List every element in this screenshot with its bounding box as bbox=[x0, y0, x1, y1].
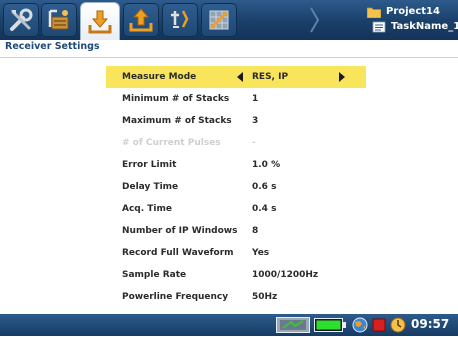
setting-value: RES, IP bbox=[252, 72, 289, 82]
setting-label: Powerline Frequency bbox=[122, 292, 229, 302]
tools-tab[interactable] bbox=[3, 3, 39, 37]
folder-icon bbox=[367, 7, 381, 18]
transmitter-icon[interactable] bbox=[276, 317, 310, 333]
setting-row-measure-mode[interactable]: Measure Mode RES, IP bbox=[106, 66, 366, 88]
setting-label: Delay Time bbox=[122, 182, 179, 192]
project-info: Project14 TaskName_1 bbox=[367, 3, 458, 37]
setting-value: Yes bbox=[252, 248, 270, 258]
survey-tab[interactable] bbox=[41, 3, 77, 37]
title-bar: Receiver Settings bbox=[0, 40, 458, 58]
setting-value: 3 bbox=[252, 116, 259, 126]
survey-line-icon bbox=[46, 7, 72, 33]
project-name: Project14 bbox=[386, 6, 440, 17]
upload-icon bbox=[127, 6, 155, 34]
setting-row-ip-windows[interactable]: Number of IP Windows 8 bbox=[106, 220, 366, 242]
battery-fill bbox=[316, 320, 341, 330]
setting-label: Record Full Waveform bbox=[122, 248, 234, 258]
setting-row-error-limit[interactable]: Error Limit 1.0 % bbox=[106, 154, 366, 176]
task-row: TaskName_1 bbox=[372, 20, 458, 34]
page-title: Receiver Settings bbox=[5, 41, 100, 52]
setting-label: Maximum # of Stacks bbox=[122, 116, 232, 126]
download-tab[interactable] bbox=[80, 2, 120, 40]
setting-value: 50Hz bbox=[252, 292, 278, 302]
download-icon bbox=[86, 8, 114, 36]
setting-value: 1 bbox=[252, 94, 259, 104]
top-toolbar: Project14 TaskName_1 bbox=[0, 0, 458, 40]
setting-label: Number of IP Windows bbox=[122, 226, 238, 236]
setting-row-delay-time[interactable]: Delay Time 0.6 s bbox=[106, 176, 366, 198]
electrode-tab[interactable] bbox=[162, 3, 198, 37]
setting-value: - bbox=[252, 138, 256, 148]
arrow-left-icon[interactable] bbox=[237, 72, 243, 82]
clock-icon bbox=[390, 317, 406, 333]
record-stop-icon[interactable] bbox=[372, 317, 386, 333]
setting-label: Minimum # of Stacks bbox=[122, 94, 230, 104]
setting-row-acq-time[interactable]: Acq. Time 0.4 s bbox=[106, 198, 366, 220]
grid-crossed-icon bbox=[206, 7, 232, 33]
setting-row-sample-rate[interactable]: Sample Rate 1000/1200Hz bbox=[106, 264, 366, 286]
electrode-icon bbox=[167, 7, 193, 33]
task-file-icon bbox=[372, 21, 386, 33]
setting-label: Measure Mode bbox=[122, 72, 197, 82]
setting-row-current-pulses: # of Current Pulses - bbox=[106, 132, 366, 154]
setting-value: 8 bbox=[252, 226, 259, 236]
setting-row-maximum-stacks[interactable]: Maximum # of Stacks 3 bbox=[106, 110, 366, 132]
setting-row-record-full-waveform[interactable]: Record Full Waveform Yes bbox=[106, 242, 366, 264]
battery-icon bbox=[314, 317, 346, 333]
setting-value: 1.0 % bbox=[252, 160, 281, 170]
setting-value: 1000/1200Hz bbox=[252, 270, 319, 280]
project-row: Project14 bbox=[367, 5, 440, 19]
grid-tab[interactable] bbox=[201, 3, 237, 37]
setting-value: 0.4 s bbox=[252, 204, 277, 214]
setting-value: 0.6 s bbox=[252, 182, 277, 192]
setting-label: # of Current Pulses bbox=[122, 138, 221, 148]
setting-label: Sample Rate bbox=[122, 270, 187, 280]
gps-globe-icon[interactable] bbox=[351, 317, 369, 333]
tools-icon bbox=[8, 7, 34, 33]
setting-row-powerline-frequency[interactable]: Powerline Frequency 50Hz bbox=[106, 286, 366, 308]
upload-tab[interactable] bbox=[123, 3, 159, 37]
status-bar: 09:57 bbox=[0, 314, 458, 336]
settings-list: Measure Mode RES, IP Minimum # of Stacks… bbox=[106, 66, 366, 308]
setting-label: Acq. Time bbox=[122, 204, 173, 214]
setting-label: Error Limit bbox=[122, 160, 177, 170]
arrow-right-icon[interactable] bbox=[339, 72, 345, 82]
clock-time: 09:57 bbox=[411, 317, 450, 331]
task-name: TaskName_1 bbox=[391, 21, 458, 32]
tab-scroll-arrow-icon[interactable] bbox=[310, 6, 320, 34]
setting-row-minimum-stacks[interactable]: Minimum # of Stacks 1 bbox=[106, 88, 366, 110]
